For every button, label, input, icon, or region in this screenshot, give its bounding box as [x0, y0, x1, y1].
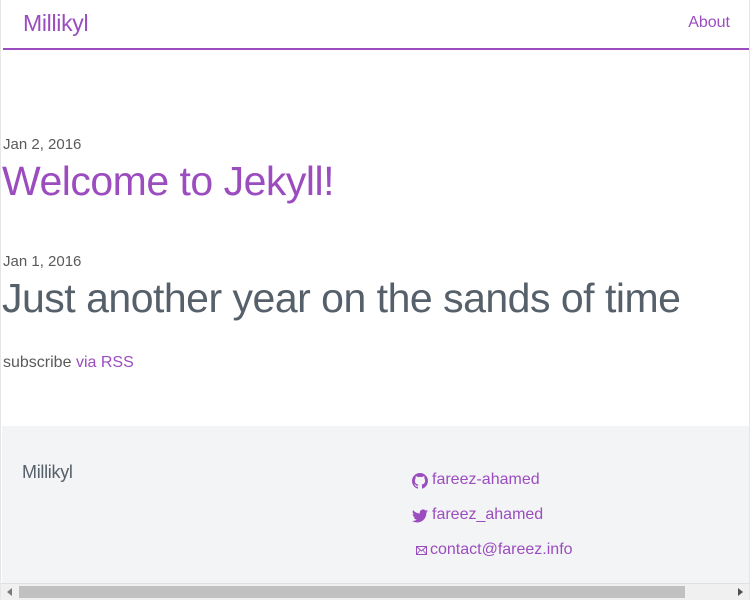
- scrollbar-thumb[interactable]: [19, 586, 685, 598]
- horizontal-scrollbar[interactable]: [1, 583, 749, 600]
- email-link[interactable]: contact@fareez.info: [412, 540, 573, 560]
- twitter-username: fareez_ahamed: [432, 505, 544, 523]
- contact-item: fareez_ahamed: [412, 498, 573, 533]
- twitter-link[interactable]: fareez_ahamed: [412, 505, 544, 525]
- post-title-link[interactable]: Just another year on the sands of time: [2, 275, 681, 322]
- post-date: Jan 2, 2016: [3, 136, 82, 153]
- github-icon: [412, 472, 428, 489]
- mail-icon: [415, 543, 427, 559]
- contact-item: contact@fareez.info: [412, 533, 573, 568]
- github-username: fareez-ahamed: [432, 470, 540, 488]
- rss-link[interactable]: via RSS: [76, 354, 134, 371]
- site-header: Millikyl About: [3, 0, 749, 50]
- footer-title: Millikyl: [22, 462, 73, 482]
- post-date: Jan 1, 2016: [3, 253, 82, 270]
- post-title-link[interactable]: Welcome to Jekyll!: [2, 158, 335, 205]
- email-address: contact@fareez.info: [430, 540, 573, 558]
- site-title-link[interactable]: Millikyl: [23, 10, 89, 37]
- twitter-icon: [412, 508, 428, 524]
- page: Millikyl About Jan 2, 2016 Welcome to Je…: [0, 0, 750, 600]
- contact-list: fareez-ahamed fareez_ahamed contact@fare…: [412, 463, 573, 568]
- github-link[interactable]: fareez-ahamed: [412, 470, 540, 490]
- scroll-left-arrow-icon[interactable]: [5, 587, 15, 597]
- nav-link-about[interactable]: About: [688, 14, 730, 32]
- scroll-right-arrow-icon[interactable]: [735, 587, 745, 597]
- subscribe-line: subscribe via RSS: [3, 354, 134, 372]
- contact-item: fareez-ahamed: [412, 463, 573, 498]
- site-footer: Millikyl fareez-ahamed fareez_ahamed con…: [2, 426, 749, 584]
- subscribe-label: subscribe: [3, 354, 72, 371]
